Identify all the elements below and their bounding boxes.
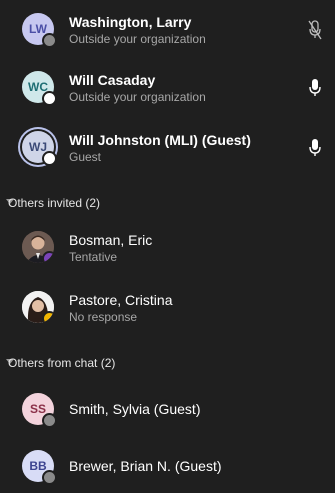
avatar	[22, 231, 54, 263]
status-icon	[42, 91, 57, 106]
section-others-from-chat[interactable]: Others from chat (2)	[0, 354, 335, 374]
mic-icon[interactable]	[308, 138, 322, 158]
invited-response: Tentative	[69, 250, 118, 264]
avatar	[22, 291, 54, 323]
mic-muted-icon[interactable]	[308, 20, 322, 40]
avatar: WC	[22, 71, 57, 106]
offline-status-icon	[42, 470, 57, 485]
invited-name: Pastore, Cristina	[69, 292, 173, 308]
invited-response: No response	[69, 310, 138, 324]
chat-row-brian-brewer[interactable]: BB Brewer, Brian N. (Guest)	[0, 441, 335, 493]
invited-row-eric-bosman[interactable]: Bosman, Eric Tentative	[0, 222, 335, 274]
participant-subtitle: Outside your organization	[69, 32, 206, 46]
participant-row-larry[interactable]: LW Washington, Larry Outside your organi…	[0, 4, 335, 56]
participant-row-will-casaday[interactable]: WC Will Casaday Outside your organizatio…	[0, 62, 335, 114]
mic-icon[interactable]	[308, 78, 322, 98]
avatar: WJ	[22, 131, 57, 166]
participant-name: Will Johnston (MLI) (Guest)	[69, 132, 251, 148]
no-response-status-icon	[42, 311, 54, 323]
invited-name: Bosman, Eric	[69, 232, 153, 248]
avatar: LW	[22, 13, 57, 48]
section-others-invited[interactable]: Others invited (2)	[0, 194, 335, 214]
participant-subtitle: Guest	[69, 150, 102, 164]
chat-participant-name: Smith, Sylvia (Guest)	[69, 401, 201, 417]
participant-name: Will Casaday	[69, 72, 156, 88]
offline-status-icon	[42, 413, 57, 428]
offline-status-icon	[42, 33, 57, 48]
avatar: BB	[22, 450, 57, 485]
status-icon	[42, 151, 57, 166]
invited-row-cristina-pastore[interactable]: Pastore, Cristina No response	[0, 282, 335, 334]
chat-participant-name: Brewer, Brian N. (Guest)	[69, 458, 222, 474]
chat-row-sylvia-smith[interactable]: SS Smith, Sylvia (Guest)	[0, 384, 335, 436]
tentative-status-icon	[42, 251, 54, 263]
participant-row-will-johnston[interactable]: WJ Will Johnston (MLI) (Guest) Guest	[0, 122, 335, 174]
participant-subtitle: Outside your organization	[69, 90, 206, 104]
participant-name: Washington, Larry	[69, 14, 192, 30]
avatar: SS	[22, 393, 57, 428]
